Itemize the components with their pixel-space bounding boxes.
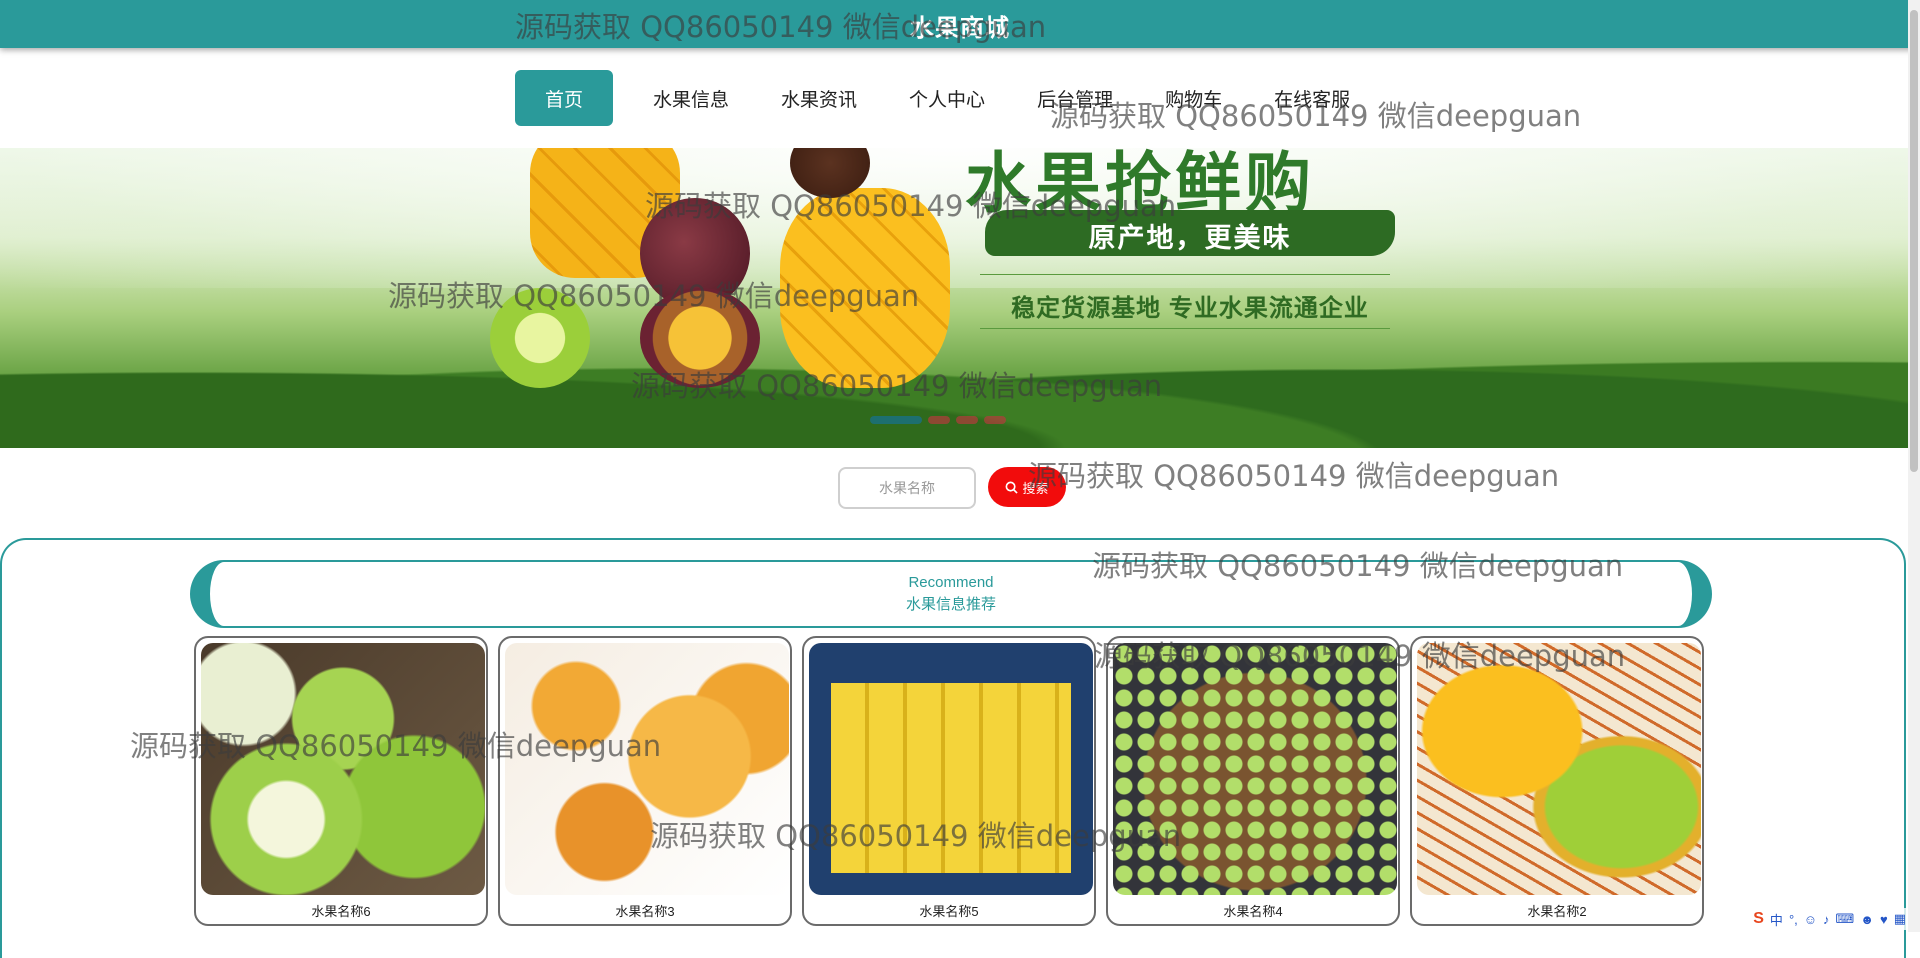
- punctuation-icon[interactable]: °,: [1789, 912, 1798, 927]
- search-icon: [1006, 481, 1019, 494]
- nav-home[interactable]: 首页: [515, 70, 614, 126]
- product-card[interactable]: 水果名称2: [1410, 636, 1704, 926]
- watermark: 源码获取 QQ86050149 微信deepguan: [130, 729, 662, 763]
- banner-slogan: 稳定货源基地 专业水果流通企业: [1011, 295, 1369, 322]
- recommend-title-cn: 水果信息推荐: [905, 596, 996, 613]
- product-card[interactable]: 水果名称4: [1106, 636, 1400, 926]
- search-input[interactable]: [838, 467, 976, 509]
- product-list: 水果名称6 水果名称3 水果名称5 水果名称4 水果名称2: [194, 636, 1704, 926]
- watermark: 源码获取 QQ86050149 微信deepguan: [650, 819, 1182, 853]
- page-scrollbar[interactable]: [1908, 0, 1920, 932]
- banner-divider-bottom: [980, 328, 1390, 329]
- watermark: 源码获取 QQ86050149 微信deepguan: [1092, 549, 1624, 583]
- carousel-dot-2[interactable]: [928, 416, 950, 424]
- product-name: 水果名称4: [1223, 904, 1283, 919]
- product-image-grape: [1113, 643, 1397, 895]
- product-image-loquat: [505, 643, 789, 895]
- watermark: 源码获取 QQ86050149 微信deepguan: [1050, 99, 1582, 133]
- product-card[interactable]: 水果名称5: [802, 636, 1096, 926]
- product-name: 水果名称3: [615, 904, 675, 919]
- emoji-icon[interactable]: ☺: [1804, 912, 1817, 927]
- carousel-indicators: [870, 416, 1006, 424]
- nav-fruit-news[interactable]: 水果资讯: [755, 70, 883, 126]
- product-name: 水果名称2: [1527, 904, 1587, 919]
- sogou-logo-icon: S: [1753, 910, 1764, 927]
- microphone-icon[interactable]: ♪: [1823, 912, 1830, 927]
- ime-mode-label[interactable]: 中: [1770, 910, 1783, 929]
- watermark: 源码获取 QQ86050149 微信deepguan: [631, 369, 1163, 403]
- skin-icon[interactable]: ♥: [1880, 912, 1888, 927]
- product-card[interactable]: 水果名称6: [194, 636, 488, 926]
- carousel-dot-4[interactable]: [984, 416, 1006, 424]
- watermark: 源码获取 QQ86050149 微信deepguan: [1028, 459, 1560, 493]
- carousel-dot-3[interactable]: [956, 416, 978, 424]
- watermark: 源码获取 QQ86050149 微信deepguan: [645, 189, 1177, 223]
- watermark: 源码获取 QQ86050149 微信deepguan: [515, 10, 1047, 44]
- product-image-green-apple: [201, 643, 485, 895]
- watermark: 源码获取 QQ86050149 微信deepguan: [1094, 639, 1626, 673]
- product-image-banana: [809, 643, 1093, 895]
- carousel-dot-1[interactable]: [870, 416, 922, 424]
- watermark: 源码获取 QQ86050149 微信deepguan: [388, 279, 920, 313]
- product-name: 水果名称5: [919, 904, 979, 919]
- product-name: 水果名称6: [311, 904, 371, 919]
- nav-fruit-info[interactable]: 水果信息: [627, 70, 755, 126]
- user-icon[interactable]: ☻: [1860, 912, 1874, 927]
- banner-divider-top: [980, 274, 1390, 275]
- ime-toolbar[interactable]: S 中 °, ☺ ♪ ⌨ ☻ ♥ ▦: [1753, 908, 1906, 930]
- scrollbar-thumb[interactable]: [1910, 10, 1918, 472]
- product-card[interactable]: 水果名称3: [498, 636, 792, 926]
- grid-icon[interactable]: ▦: [1894, 911, 1906, 927]
- nav-user-center[interactable]: 个人中心: [883, 70, 1011, 126]
- product-image-mango: [1417, 643, 1701, 895]
- keyboard-icon[interactable]: ⌨: [1836, 911, 1855, 927]
